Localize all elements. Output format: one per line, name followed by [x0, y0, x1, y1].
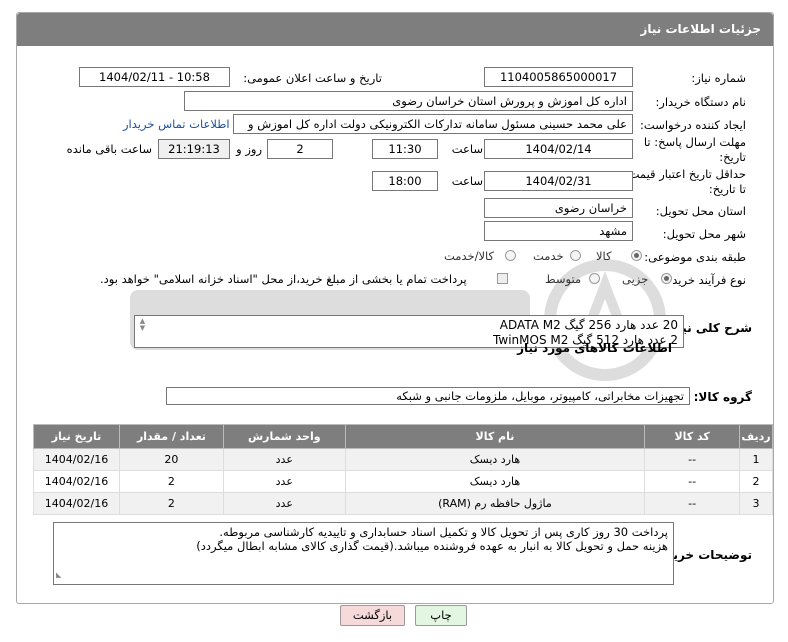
treasury-note: پرداخت تمام یا بخشی از مبلغ خرید،از محل …: [100, 272, 467, 286]
announce-datetime-field: 1404/02/11 - 10:58: [79, 67, 230, 87]
delivery-city-field: مشهد: [484, 221, 633, 241]
row-qty: 2: [119, 470, 224, 493]
deadline-label-1: مهلت ارسال پاسخ: تا: [643, 135, 746, 149]
category-radio-goods-service[interactable]: [505, 250, 516, 261]
table-header-row: ردیف کد کالا نام کالا واحد شمارش تعداد /…: [33, 424, 773, 449]
row-code: --: [644, 470, 741, 493]
table-row: 2 -- هارد دیسک عدد 2 1404/02/16: [33, 470, 773, 493]
category-radio-goods[interactable]: [631, 250, 642, 261]
purchase-type-option-minor: جزیی: [622, 272, 649, 286]
scroll-arrows-icon[interactable]: ▲ ▼: [137, 318, 148, 332]
deadline-time-label: ساعت: [451, 142, 483, 156]
need-number-label: شماره نیاز:: [691, 71, 746, 85]
price-validity-label-1: حداقل تاریخ اعتبار قیمت:: [624, 167, 746, 181]
deadline-days-label: روز و: [236, 142, 262, 156]
table-row: 3 -- ماژول حافظه رم (RAM) عدد 2 1404/02/…: [33, 492, 773, 515]
row-date: 1404/02/16: [33, 470, 120, 493]
category-radio-service[interactable]: [570, 250, 581, 261]
print-button[interactable]: چاپ: [415, 605, 467, 626]
price-validity-time-label: ساعت: [451, 174, 483, 188]
requester-label: ایجاد کننده درخواست:: [640, 118, 746, 132]
col-code-header: کد کالا: [644, 424, 741, 449]
remaining-time-field: 21:19:13: [158, 139, 230, 159]
row-code: --: [644, 492, 741, 515]
buyer-notes-line-1: پرداخت 30 روز کاری پس از تحویل کالا و تک…: [219, 525, 668, 539]
row-unit: عدد: [222, 492, 346, 515]
row-name: هارد دیسک: [344, 448, 646, 471]
deadline-time-field: 11:30: [372, 139, 438, 159]
purchase-type-radio-minor[interactable]: [661, 273, 672, 284]
category-option-goods-service: کالا/خدمت: [444, 249, 495, 263]
row-qty: 20: [119, 448, 224, 471]
delivery-province-field: خراسان رضوی: [484, 198, 633, 218]
row-date: 1404/02/16: [33, 448, 120, 471]
row-name: ماژول حافظه رم (RAM): [344, 492, 646, 515]
treasury-checkbox[interactable]: [497, 273, 508, 284]
row-index: 1: [739, 448, 773, 471]
row-unit: عدد: [222, 470, 346, 493]
buyer-org-label: نام دستگاه خریدار:: [655, 95, 746, 109]
col-qty-header: تعداد / مقدار: [119, 424, 224, 449]
need-number-field: 1104005865000017: [484, 67, 633, 87]
deadline-date-field: 1404/02/14: [484, 139, 633, 159]
col-index-header: ردیف: [739, 424, 773, 449]
row-index: 3: [739, 492, 773, 515]
delivery-province-label: استان محل تحویل:: [655, 204, 746, 218]
col-unit-header: واحد شمارش: [222, 424, 346, 449]
items-table: ردیف کد کالا نام کالا واحد شمارش تعداد /…: [33, 424, 773, 515]
row-name: هارد دیسک: [344, 470, 646, 493]
deadline-label-2: تاریخ:: [719, 150, 746, 164]
category-label: طبقه بندی موضوعی:: [644, 250, 746, 264]
price-validity-date-field: 1404/02/31: [484, 171, 633, 191]
row-qty: 2: [119, 492, 224, 515]
delivery-city-label: شهر محل تحویل:: [662, 227, 746, 241]
goods-info-title: اطلاعات کالاهای مورد نیاز: [517, 341, 672, 355]
buyer-contact-link[interactable]: اطلاعات تماس خریدار: [123, 117, 230, 131]
goods-group-label: گروه کالا:: [693, 390, 752, 404]
resize-corner-icon[interactable]: ◣: [56, 568, 61, 582]
deadline-days-field: 2: [267, 139, 333, 159]
row-unit: عدد: [222, 448, 346, 471]
purchase-type-radio-medium[interactable]: [589, 273, 600, 284]
buyer-notes-textarea[interactable]: پرداخت 30 روز کاری پس از تحویل کالا و تک…: [53, 522, 674, 585]
row-code: --: [644, 448, 741, 471]
category-option-goods: کالا: [596, 249, 612, 263]
table-row: 1 -- هارد دیسک عدد 20 1404/02/16: [33, 448, 773, 471]
col-date-header: تاریخ نیاز: [33, 424, 120, 449]
description-line-1: 20 عدد هارد 256 گیگ ADATA M2: [499, 318, 678, 332]
row-date: 1404/02/16: [33, 492, 120, 515]
requester-field: علی محمد حسینی مسئول سامانه تدارکات الکت…: [233, 114, 633, 134]
col-name-header: نام کالا: [344, 424, 646, 449]
announce-label: تاریخ و ساعت اعلان عمومی:: [243, 71, 382, 85]
remaining-time-label: ساعت باقی مانده: [66, 142, 152, 156]
row-index: 2: [739, 470, 773, 493]
purchase-type-label: نوع فرآیند خرید :: [664, 273, 746, 287]
buyer-notes-line-2: هزینه حمل و تحویل کالا به انبار به عهده …: [196, 539, 668, 553]
back-button[interactable]: بازگشت: [340, 605, 405, 626]
panel-header: جزئیات اطلاعات نیاز: [17, 13, 773, 46]
price-validity-label-2: تا تاریخ:: [708, 182, 746, 196]
purchase-type-option-medium: متوسط: [545, 272, 582, 286]
category-option-service: خدمت: [533, 249, 564, 263]
price-validity-time-field: 18:00: [372, 171, 438, 191]
buyer-org-field: اداره کل اموزش و پرورش استان خراسان رضوی: [184, 91, 633, 111]
goods-group-field: تجهیزات مخابراتی، کامپیوتر، موبایل، ملزو…: [166, 387, 690, 405]
